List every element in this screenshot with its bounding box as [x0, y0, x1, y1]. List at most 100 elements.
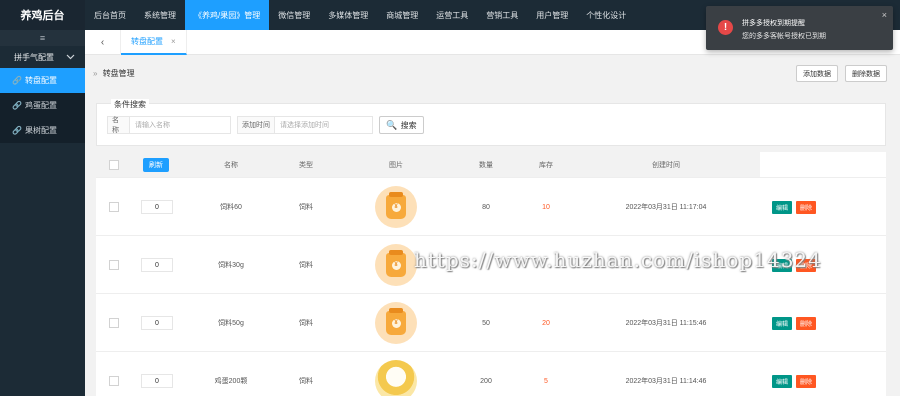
- time-field-label: 添加时间: [238, 117, 275, 133]
- row-select-cell: [104, 294, 124, 352]
- add-data-button[interactable]: 添加数据: [796, 65, 838, 82]
- notification-title: 拼多多授权到期提醒: [742, 20, 805, 27]
- search-panel: 条件搜索 名称 添加时间 🔍 搜索: [96, 99, 886, 146]
- type-cell: 饲料: [299, 204, 313, 211]
- close-icon[interactable]: ×: [171, 37, 176, 46]
- type-cell: 饲料: [299, 320, 313, 327]
- top-nav-item-home[interactable]: 后台首页: [85, 0, 135, 30]
- notification-message: 您的多多客帐号授权已到期: [742, 33, 826, 40]
- type-cell: 饲料: [299, 378, 313, 385]
- sort-input[interactable]: 0: [141, 258, 173, 272]
- data-table: 刷新 名称 类型 图片 数量 库存 创建时间 0 饲料60 饲料 ¥ 80 10…: [96, 152, 886, 396]
- sort-input[interactable]: 0: [141, 316, 173, 330]
- sidebar-item-tree-config[interactable]: 🔗 果树配置: [0, 118, 85, 143]
- top-nav-item-design[interactable]: 个性化设计: [577, 0, 635, 30]
- stock-cell: 20: [542, 319, 550, 327]
- sidebar-item-egg-config[interactable]: 🔗 鸡蛋配置: [0, 93, 85, 118]
- delete-button[interactable]: 删除: [796, 200, 817, 214]
- edit-button[interactable]: 编辑: [771, 316, 792, 330]
- close-icon[interactable]: ×: [882, 10, 887, 20]
- sidebar-toggle-icon[interactable]: ≡: [0, 30, 85, 46]
- created-time-cell: 2022年03月31日 11:15:46: [625, 320, 707, 327]
- sort-cell: 0: [140, 294, 174, 352]
- created-time-cell: 2022年03月31日 11:17:04: [625, 204, 707, 211]
- warning-icon: !: [718, 20, 733, 35]
- select-all-checkbox[interactable]: [109, 159, 119, 170]
- column-header-name: 名称: [224, 161, 238, 169]
- page-title: » 转盘管理: [93, 68, 135, 79]
- sort-cell: 0: [140, 352, 174, 396]
- row-select-cell: [104, 352, 124, 396]
- search-icon: 🔍: [386, 119, 398, 130]
- row-select-cell: [104, 236, 124, 294]
- brand-logo[interactable]: 养鸡后台: [0, 0, 85, 30]
- delete-button[interactable]: 删除: [796, 374, 817, 388]
- link-icon: 🔗: [12, 126, 22, 135]
- time-field: 添加时间: [237, 116, 373, 134]
- top-nav-item-operations[interactable]: 运营工具: [427, 0, 477, 30]
- time-search-input[interactable]: [275, 117, 371, 133]
- actions-cell: 编辑 删除: [764, 178, 824, 236]
- row-checkbox[interactable]: [109, 202, 119, 212]
- top-nav-item-mall[interactable]: 商城管理: [377, 0, 427, 30]
- sidebar-item-label: 果树配置: [24, 126, 57, 135]
- action-column-header: [760, 152, 886, 177]
- image-cell: ¥: [356, 294, 436, 352]
- select-all-cell: [104, 152, 124, 177]
- name-field: 名称: [107, 116, 231, 134]
- stock-cell: 10: [542, 203, 550, 211]
- name-search-input[interactable]: [130, 117, 230, 133]
- header-refresh-cell: 刷新: [132, 152, 180, 177]
- row-checkbox[interactable]: [109, 318, 119, 328]
- row-checkbox[interactable]: [109, 376, 119, 386]
- name-field-label: 名称: [108, 117, 130, 134]
- tab-wheel-config[interactable]: 转盘配置 ×: [121, 29, 187, 55]
- top-nav-item-users[interactable]: 用户管理: [527, 0, 577, 30]
- edit-button[interactable]: 编辑: [771, 374, 792, 388]
- column-header-amount: 数量: [479, 161, 493, 169]
- amount-cell: 200: [480, 377, 492, 385]
- top-nav-item-media[interactable]: 多媒体管理: [319, 0, 377, 30]
- top-nav-item-wechat[interactable]: 微信管理: [269, 0, 319, 30]
- column-header-image: 图片: [389, 161, 403, 169]
- sidebar-item-wheel-config[interactable]: 🔗 转盘配置: [0, 68, 85, 93]
- chevron-down-icon: [66, 54, 75, 60]
- top-nav-item-chicken-orchard[interactable]: 《养鸡/果园》管理: [185, 0, 270, 30]
- top-nav-menu: 后台首页 系统管理 《养鸡/果园》管理 微信管理 多媒体管理 商城管理 运营工具…: [85, 0, 635, 30]
- search-button-label: 搜索: [400, 120, 417, 130]
- name-cell: 饲料60: [220, 204, 242, 211]
- top-nav-item-system[interactable]: 系统管理: [135, 0, 185, 30]
- link-icon: 🔗: [12, 101, 22, 110]
- sidebar-group-lucky[interactable]: 拼手气配置: [0, 46, 85, 68]
- image-cell: ¥: [356, 178, 436, 236]
- column-header-created: 创建时间: [652, 161, 680, 169]
- search-button[interactable]: 🔍 搜索: [379, 116, 424, 134]
- amount-cell: 80: [482, 203, 490, 211]
- delete-button[interactable]: 删除: [796, 316, 817, 330]
- delete-data-button[interactable]: 删除数据: [845, 65, 887, 82]
- top-nav-item-marketing[interactable]: 营销工具: [477, 0, 527, 30]
- refresh-button[interactable]: 刷新: [143, 157, 169, 172]
- actions-cell: 编辑 删除: [764, 294, 824, 352]
- link-icon: 🔗: [12, 76, 22, 85]
- table-row: 0 饲料60 饲料 ¥ 80 10 2022年03月31日 11:17:04 编…: [96, 177, 886, 235]
- edit-button[interactable]: 编辑: [771, 200, 792, 214]
- table-header: 刷新 名称 类型 图片 数量 库存 创建时间: [96, 152, 886, 177]
- feed-bag-image: ¥: [375, 186, 417, 228]
- row-checkbox[interactable]: [109, 260, 119, 270]
- notification-toast: ! 拼多多授权到期提醒 您的多多客帐号授权已到期 ×: [706, 6, 893, 50]
- sort-input[interactable]: 0: [141, 200, 173, 214]
- name-cell: 饲料30g: [218, 262, 244, 269]
- created-time-cell: 2022年03月31日 11:14:46: [625, 378, 707, 385]
- watermark: https://www.huzhan.com/ishop14324: [414, 248, 822, 272]
- sidebar-item-label: 转盘配置: [24, 76, 57, 85]
- stock-cell: 5: [544, 377, 548, 385]
- sort-cell: 0: [140, 178, 174, 236]
- type-cell: 饲料: [299, 262, 313, 269]
- sort-input[interactable]: 0: [141, 374, 173, 388]
- row-select-cell: [104, 178, 124, 236]
- tab-back-icon[interactable]: ‹: [85, 29, 121, 55]
- page-title-text: 转盘管理: [102, 69, 135, 78]
- page-header: » 转盘管理 添加数据 删除数据: [85, 55, 900, 91]
- feed-bag-image: ¥: [375, 302, 417, 344]
